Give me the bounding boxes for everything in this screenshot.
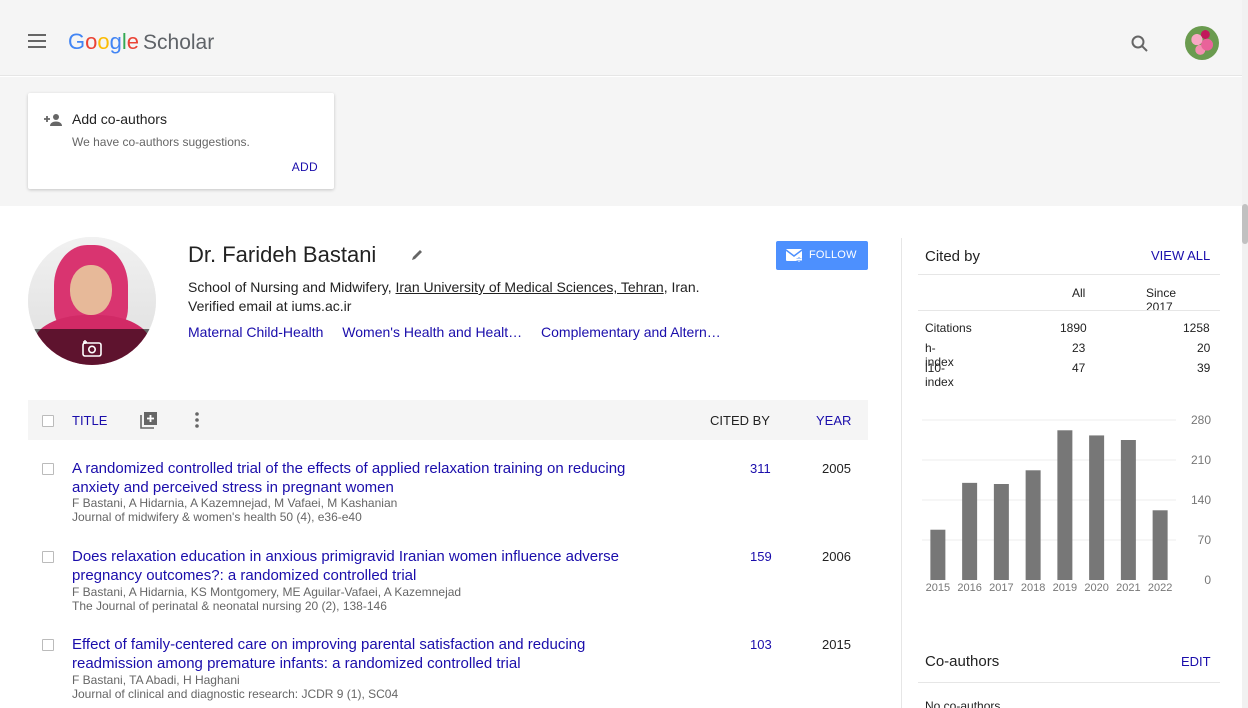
chart-x-tick-label: 2015 <box>926 582 950 594</box>
chart-bar-2019[interactable] <box>1057 430 1073 580</box>
article-title-link[interactable]: Does relaxation education in anxious pri… <box>72 547 692 585</box>
chart-bar-2021[interactable] <box>1120 440 1136 580</box>
chart-y-tick-label: 70 <box>1198 533 1212 547</box>
edit-coauthors-link[interactable]: EDIT <box>1181 654 1211 669</box>
profile-name: Dr. Farideh Bastani <box>188 242 377 267</box>
column-all: All <box>1072 286 1086 300</box>
chart-x-tick-label: 2018 <box>1021 582 1045 594</box>
coauthors-heading: Co-authors <box>925 653 1000 670</box>
article-authors: F Bastani, A Hidarnia, A Kazemnejad, M V… <box>72 496 398 510</box>
article-authors: F Bastani, A Hidarnia, KS Montgomery, ME… <box>72 585 462 599</box>
divider <box>918 682 1220 683</box>
chart-bar-2022[interactable] <box>1152 510 1168 580</box>
interest-link-womens-health[interactable]: Women's Health and Healt… <box>342 324 522 340</box>
chart-x-tick-label: 2021 <box>1116 582 1140 594</box>
article-checkbox[interactable] <box>42 551 54 563</box>
affiliation-link[interactable]: Iran University of Medical Sciences, Teh… <box>396 279 664 295</box>
add-article-icon[interactable] <box>140 411 158 432</box>
chart-y-tick-label: 0 <box>1204 573 1211 587</box>
article-journal: Journal of midwifery & women's health 50… <box>72 510 362 524</box>
article-title-link[interactable]: Effect of family-centered care on improv… <box>72 635 692 673</box>
article-year: 2015 <box>822 637 851 652</box>
verified-email: Verified email at iums.ac.ir <box>188 298 352 314</box>
article-year: 2006 <box>822 549 851 564</box>
chart-x-tick-label: 2017 <box>989 582 1013 594</box>
add-coauthors-subtitle: We have co-authors suggestions. <box>72 135 250 149</box>
scrollbar-thumb[interactable] <box>1242 204 1248 244</box>
citations-bar-chart: 0 70 140 210 280 2015 2016 2017 2018 2019 2020 2021… <box>922 413 1212 594</box>
article-cited-by-link[interactable]: 311 <box>750 461 771 476</box>
add-coauthors-title: Add co-authors <box>72 111 167 127</box>
chart-x-tick-label: 2019 <box>1053 582 1077 594</box>
interest-link-complementary[interactable]: Complementary and Altern… <box>541 324 721 340</box>
chart-x-tick-label: 2022 <box>1148 582 1172 594</box>
account-avatar[interactable] <box>1185 26 1219 60</box>
change-photo-camera-icon[interactable] <box>82 339 102 362</box>
chart-bar-2018[interactable] <box>1025 470 1041 580</box>
divider <box>918 274 1220 275</box>
article-title-link[interactable]: A randomized controlled trial of the eff… <box>72 459 692 497</box>
search-icon[interactable] <box>1130 34 1150 54</box>
chart-y-tick-label: 210 <box>1191 453 1211 467</box>
menu-icon[interactable] <box>28 34 48 48</box>
chart-bar-2015[interactable] <box>930 529 946 580</box>
article-year: 2005 <box>822 461 851 476</box>
chart-x-tick-label: 2020 <box>1084 582 1108 594</box>
follow-button[interactable]: FOLLOW <box>776 241 868 270</box>
add-coauthors-button[interactable]: ADD <box>292 160 318 174</box>
article-cited-by-link[interactable]: 159 <box>750 549 772 564</box>
research-interests: Maternal Child-Health Women's Health and… <box>188 324 736 340</box>
chart-bar-2020[interactable] <box>1089 435 1105 580</box>
sort-by-title[interactable]: TITLE <box>72 413 107 428</box>
chart-y-tick-label: 140 <box>1191 493 1211 507</box>
article-authors: F Bastani, TA Abadi, H Haghani <box>72 673 240 687</box>
profile-affiliation: School of Nursing and Midwifery, Iran Un… <box>188 279 700 295</box>
chart-bar-2017[interactable] <box>993 484 1009 580</box>
sort-by-cited[interactable]: CITED BY <box>710 413 770 428</box>
page-scrollbar[interactable] <box>1242 0 1248 708</box>
chart-bar-2016[interactable] <box>962 482 978 580</box>
add-coauthors-card: Add co-authors We have co-authors sugges… <box>28 93 334 189</box>
view-all-link[interactable]: VIEW ALL <box>1151 248 1210 263</box>
sidebar-divider <box>901 238 902 708</box>
cited-by-heading: Cited by <box>925 248 981 265</box>
envelope-icon <box>785 249 804 265</box>
divider <box>918 310 1220 311</box>
no-coauthors-text: No co-authors <box>925 699 1001 708</box>
edit-profile-pencil-icon[interactable] <box>410 248 424 267</box>
interest-link-maternal-child-health[interactable]: Maternal Child-Health <box>188 324 323 340</box>
add-person-icon <box>42 113 64 132</box>
chart-x-tick-label: 2016 <box>957 582 981 594</box>
article-checkbox[interactable] <box>42 463 54 475</box>
article-journal: Journal of clinical and diagnostic resea… <box>72 687 399 701</box>
google-scholar-logo[interactable]: Google Scholar <box>68 28 214 57</box>
article-cited-by-link[interactable]: 103 <box>750 637 772 652</box>
article-journal: The Journal of perinatal & neonatal nurs… <box>72 599 387 613</box>
chart-y-tick-label: 280 <box>1191 413 1211 427</box>
more-options-icon[interactable] <box>194 411 200 432</box>
select-all-checkbox[interactable] <box>42 415 54 427</box>
profile-photo[interactable] <box>28 237 156 365</box>
app-header: Google Scholar <box>0 0 1248 76</box>
sort-by-year[interactable]: YEAR <box>816 413 851 428</box>
article-checkbox[interactable] <box>42 639 54 651</box>
articles-table-header: TITLE CITED BY YEAR <box>28 400 868 440</box>
coauthor-suggestion-banner: Add co-authors We have co-authors sugges… <box>0 77 1248 206</box>
